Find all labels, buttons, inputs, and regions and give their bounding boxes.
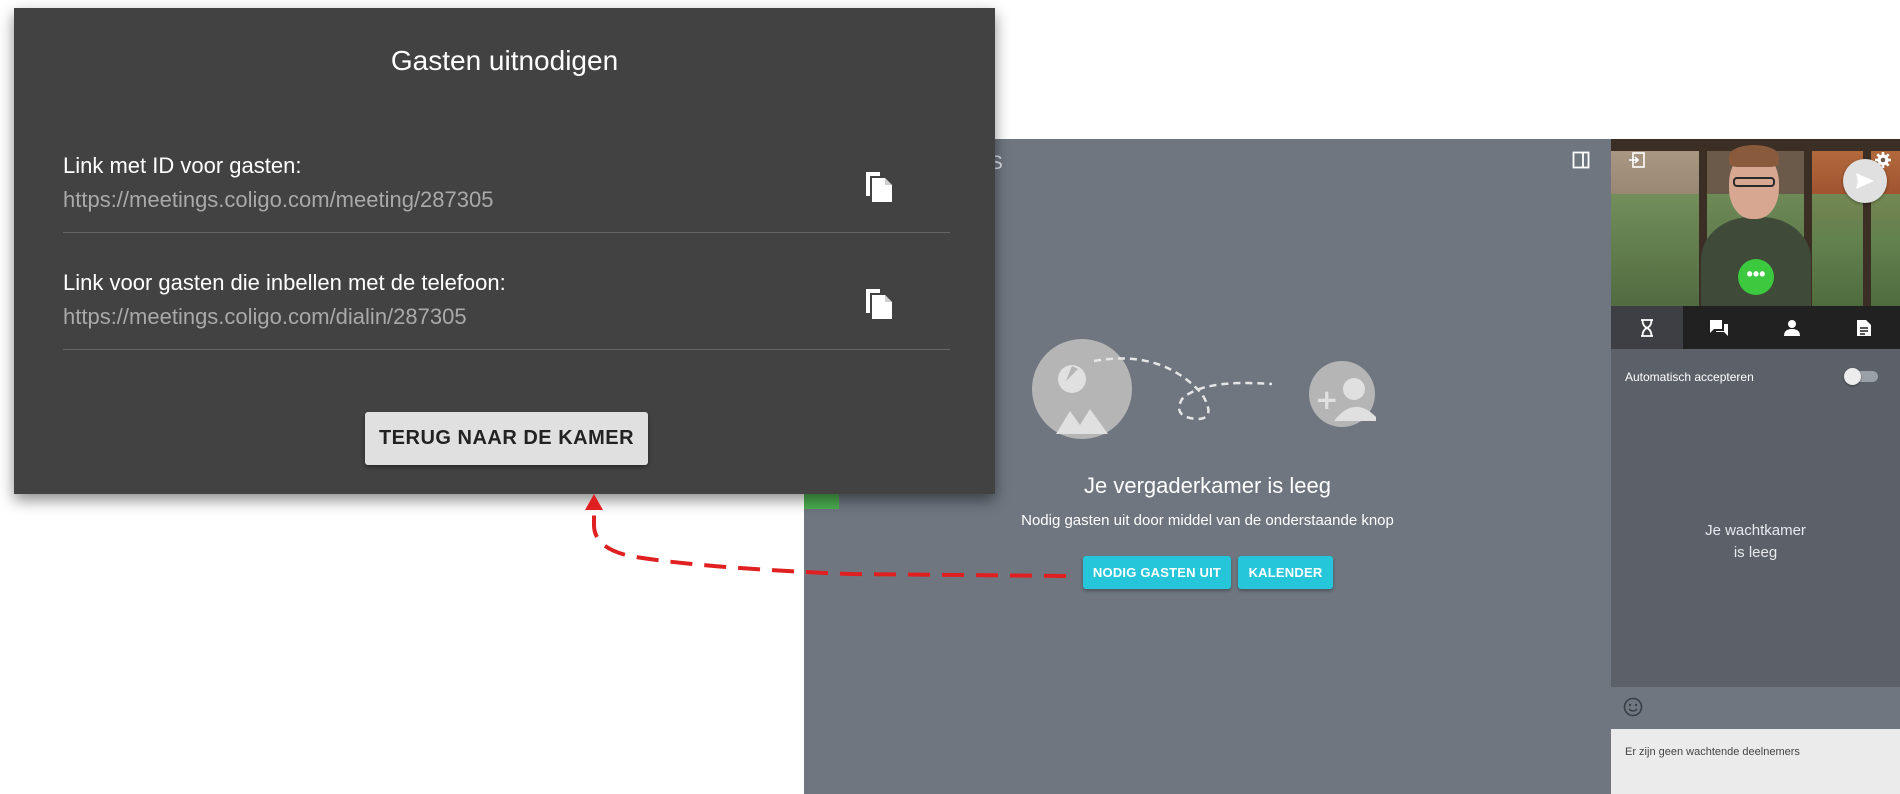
dialin-link-url[interactable]: https://meetings.coligo.com/dialin/28730… <box>63 304 467 330</box>
send-icon <box>1856 173 1874 189</box>
waiting-room-empty-text: Je wachtkamer is leeg <box>1611 520 1900 564</box>
participant-glasses <box>1733 177 1775 187</box>
copy-icon[interactable] <box>861 285 897 321</box>
invite-guests-button[interactable]: NODIG GASTEN UIT <box>1083 556 1231 589</box>
dialin-link-row: Link voor gasten die inbellen met de tel… <box>63 270 950 350</box>
tab-chat[interactable] <box>1683 306 1755 349</box>
guest-link-url[interactable]: https://meetings.coligo.com/meeting/2873… <box>63 187 493 213</box>
more-options-button[interactable]: ••• <box>1738 259 1774 295</box>
document-icon <box>1856 319 1871 336</box>
participant-hair <box>1729 145 1779 167</box>
tab-documents[interactable] <box>1828 306 1900 349</box>
dialin-link-label: Link voor gasten die inbellen met de tel… <box>63 270 506 295</box>
sidebar-tabs <box>1611 306 1900 349</box>
panel-toggle-icon[interactable] <box>1572 151 1590 169</box>
no-waiting-participants-text: Er zijn geen wachtende deelnemers <box>1625 746 1800 758</box>
guest-link-row: Link met ID voor gasten: https://meeting… <box>63 153 950 233</box>
invite-guests-dialog: Gasten uitnodigen Link met ID voor gaste… <box>14 8 995 494</box>
right-sidebar: ••• Automatisch accepteren Je wachtkamer… <box>1611 139 1900 794</box>
back-to-room-button[interactable]: TERUG NAAR DE KAMER <box>365 412 648 465</box>
chat-footer: Er zijn geen wachtende deelnemers <box>1611 729 1900 794</box>
hourglass-icon <box>1641 318 1654 337</box>
chat-icon <box>1710 319 1729 336</box>
auto-accept-toggle[interactable] <box>1844 368 1878 385</box>
emoji-icon[interactable] <box>1623 697 1643 717</box>
waiting-empty-line: is leeg <box>1733 544 1778 561</box>
waiting-empty-line: Je wachtkamer <box>1705 522 1806 539</box>
send-button[interactable] <box>1843 159 1887 203</box>
empty-room-illustration: + <box>1032 339 1376 439</box>
empty-room-subtitle: Nodig gasten uit door middel van de onde… <box>1021 512 1394 529</box>
calendar-button[interactable]: KALENDER <box>1238 556 1333 589</box>
tab-waiting-room[interactable] <box>1611 306 1684 349</box>
chat-input-bar[interactable] <box>1611 687 1900 729</box>
dialog-title: Gasten uitnodigen <box>390 45 619 76</box>
person-icon <box>1783 319 1800 336</box>
toggle-knob <box>1844 368 1861 385</box>
svg-text:+: + <box>1315 383 1338 416</box>
tab-participants[interactable] <box>1756 306 1828 349</box>
copy-icon[interactable] <box>861 168 897 204</box>
auto-accept-label: Automatisch accepteren <box>1625 370 1754 384</box>
screen: S + Je vergaderkamer is leeg Nodig gaste… <box>0 0 1900 794</box>
exit-room-icon[interactable] <box>1628 151 1646 169</box>
guest-link-label: Link met ID voor gasten: <box>63 153 302 178</box>
